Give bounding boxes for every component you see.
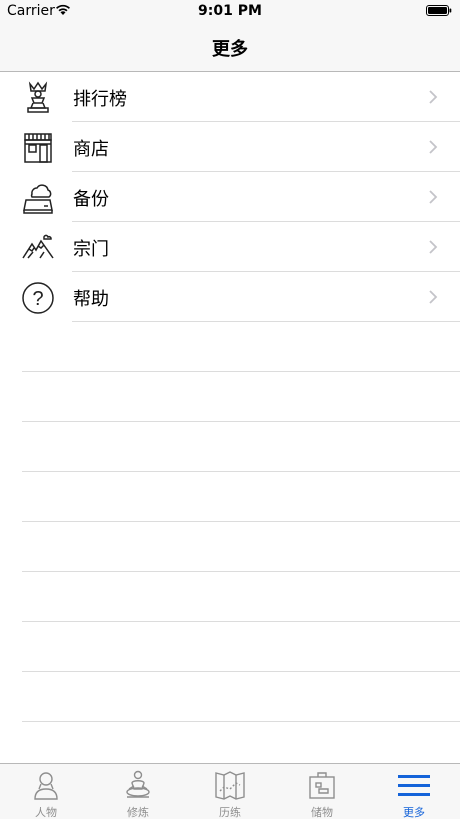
page-title: 更多 (212, 39, 248, 60)
navigation-bar: 更多 (0, 22, 460, 72)
menu-item-store[interactable]: 商店 (0, 122, 460, 172)
chevron-right-icon (429, 140, 438, 154)
chevron-right-icon (429, 240, 438, 254)
chevron-right-icon (429, 90, 438, 104)
menu-item-label: 宗门 (73, 239, 109, 260)
chevron-right-icon (429, 290, 438, 304)
chess-rank-icon (27, 81, 49, 113)
tab-adventure[interactable]: 历练 (184, 764, 276, 819)
empty-row-separator (22, 421, 460, 422)
tab-character[interactable]: 人物 (0, 764, 92, 819)
menu-item-backup[interactable]: 备份 (0, 172, 460, 222)
more-menu-list: 排行榜 商店 备份 宗门 ? 帮助 (0, 72, 460, 762)
empty-row-separator (22, 571, 460, 572)
empty-row-separator (22, 621, 460, 622)
menu-item-sect[interactable]: 宗门 (0, 222, 460, 272)
menu-item-label: 排行榜 (73, 89, 127, 110)
hamburger-menu-icon (398, 775, 430, 796)
svg-text:?: ? (32, 288, 43, 310)
status-time: 9:01 PM (198, 3, 262, 19)
menu-item-help[interactable]: ? 帮助 (0, 272, 460, 322)
meditation-icon (126, 770, 150, 798)
mountain-sect-icon (22, 234, 54, 259)
status-bar: Carrier 9:01 PM (0, 0, 460, 22)
storage-bag-icon (309, 772, 335, 799)
store-icon (24, 133, 52, 163)
row-separator (72, 321, 460, 322)
menu-item-label: 备份 (73, 189, 109, 210)
empty-row-separator (22, 721, 460, 722)
cloud-backup-icon (23, 184, 53, 214)
chevron-right-icon (429, 190, 438, 204)
menu-item-leaderboard[interactable]: 排行榜 (0, 72, 460, 122)
tab-cultivation[interactable]: 修炼 (92, 764, 184, 819)
empty-row-separator (22, 521, 460, 522)
battery-icon (426, 5, 452, 16)
tab-bar: 人物 修炼 历练 储物 更多 (0, 763, 460, 819)
tab-more[interactable]: 更多 (368, 764, 460, 819)
empty-row-separator (22, 371, 460, 372)
empty-row-separator (22, 471, 460, 472)
empty-row-separator (22, 671, 460, 672)
menu-item-label: 商店 (73, 139, 109, 160)
tab-storage[interactable]: 储物 (276, 764, 368, 819)
person-icon (34, 772, 58, 800)
help-question-icon: ? (22, 282, 54, 314)
menu-item-label: 帮助 (73, 289, 109, 310)
map-icon (215, 771, 245, 800)
